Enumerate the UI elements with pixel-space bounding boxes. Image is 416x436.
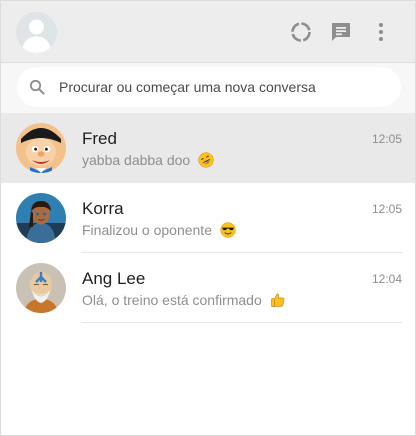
- rofl-emoji-icon: [198, 152, 214, 168]
- new-chat-icon[interactable]: [329, 20, 353, 44]
- avatar: [16, 123, 66, 173]
- chat-item-korra[interactable]: Korra 12:05 Finalizou o oponente: [1, 183, 415, 253]
- sidebar-header: [1, 1, 415, 63]
- chat-last-message: Finalizou o oponente: [82, 222, 236, 238]
- avatar: [16, 263, 66, 313]
- chat-time: 12:05: [371, 202, 402, 216]
- menu-icon[interactable]: [369, 20, 393, 44]
- chat-message-text: yabba dabba doo: [82, 152, 191, 168]
- chat-message-text: Olá, o treino está confirmado: [82, 292, 262, 308]
- avatar: [16, 193, 66, 243]
- search-icon: [29, 79, 45, 95]
- chat-app-window: Fred 12:05 yabba dabba doo: [0, 0, 416, 436]
- chat-message-text: Finalizou o oponente: [82, 222, 212, 238]
- profile-avatar[interactable]: [16, 12, 57, 53]
- chat-name: Korra: [82, 199, 124, 218]
- status-ring-icon: [291, 22, 311, 42]
- thumbs-up-emoji-icon: [270, 293, 285, 307]
- search-input[interactable]: [59, 67, 389, 107]
- search-bar: [1, 63, 415, 113]
- fred-avatar-icon: [16, 123, 66, 173]
- chat-list: Fred 12:05 yabba dabba doo Korra 12:05 F…: [1, 113, 415, 323]
- chat-last-message: yabba dabba doo: [82, 152, 214, 168]
- chat-item-fred[interactable]: Fred 12:05 yabba dabba doo: [1, 113, 415, 183]
- chat-name: Fred: [82, 129, 117, 148]
- chat-name: Ang Lee: [82, 269, 146, 288]
- default-user-icon: [16, 12, 57, 53]
- search-box[interactable]: [17, 67, 401, 107]
- chat-last-message: Olá, o treino está confirmado: [82, 292, 286, 308]
- sunglasses-emoji-icon: [220, 222, 236, 238]
- row-divider: [81, 322, 402, 323]
- status-icon[interactable]: [289, 20, 313, 44]
- chat-time: 12:05: [371, 132, 402, 146]
- kebab-menu-icon: [379, 23, 383, 41]
- ang-lee-avatar-icon: [16, 263, 66, 313]
- korra-avatar-icon: [16, 193, 66, 243]
- message-square-icon: [332, 23, 350, 41]
- chat-item-ang-lee[interactable]: Ang Lee 12:04 Olá, o treino está confirm…: [1, 253, 415, 323]
- chat-time: 12:04: [371, 272, 402, 286]
